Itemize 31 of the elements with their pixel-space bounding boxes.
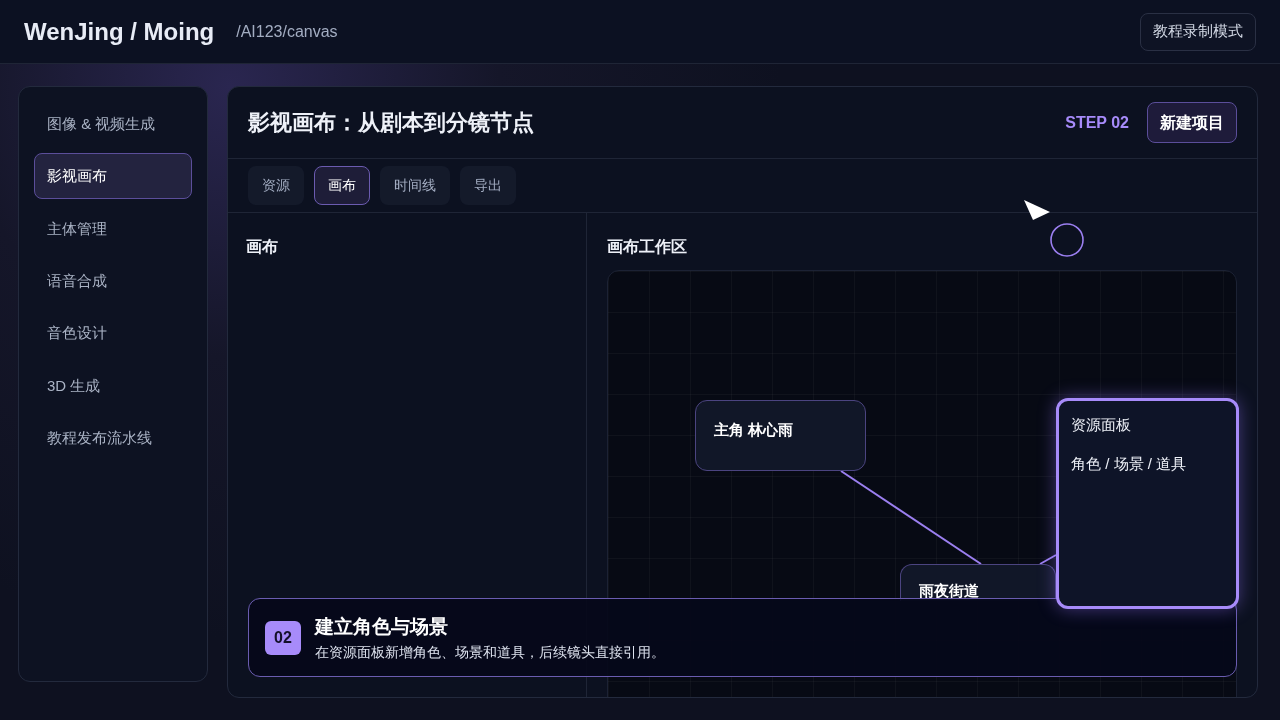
sidebar-item[interactable]: 图像 & 视频生成 [34,101,192,147]
node-title: 雨夜街道 [919,581,979,601]
step-label: STEP 02 [1065,112,1129,133]
tab[interactable]: 画布 [314,166,370,205]
tab[interactable]: 资源 [248,166,304,205]
tab[interactable]: 时间线 [380,166,450,205]
sidebar-item[interactable]: 主体管理 [34,205,192,252]
recording-mode-button[interactable]: 教程录制模式 [1140,12,1256,51]
cursor-icon [1024,200,1050,220]
workspace-heading: 画布工作区 [607,237,687,257]
resource-panel-node[interactable]: 资源面板 角色 / 场景 / 道具 [1056,398,1239,609]
new-project-button[interactable]: 新建项目 [1147,102,1237,143]
click-ring-icon [1050,223,1084,257]
brand-title: WenJing / Moing [24,16,215,47]
callout-title: 建立角色与场景 [315,614,449,639]
sidebar-item[interactable]: 3D 生成 [34,362,192,409]
node-title: 资源面板 [1071,415,1131,435]
sidebar-item[interactable]: 影视画布 [34,153,192,200]
tab[interactable]: 导出 [460,166,516,205]
step-badge: 02 [265,620,301,655]
sidebar-item[interactable]: 教程发布流水线 [34,415,192,462]
node-subtitle: 角色 / 场景 / 道具 [1071,454,1186,474]
callout-text: 在资源面板新增角色、场景和道具，后续镜头直接引用。 [315,642,665,662]
page-path: /AI123/canvas [236,21,338,42]
node-title: 主角 林心雨 [714,420,794,440]
page-title: 影视画布：从剧本到分镜节点 [248,109,534,137]
connector-line [1039,554,1057,565]
sidebar-item[interactable]: 音色设计 [34,310,192,357]
sidebar-item[interactable]: 语音合成 [34,258,192,305]
canvas-node[interactable]: 主角 林心雨 [695,400,866,471]
panel-heading: 画布 [246,237,278,257]
